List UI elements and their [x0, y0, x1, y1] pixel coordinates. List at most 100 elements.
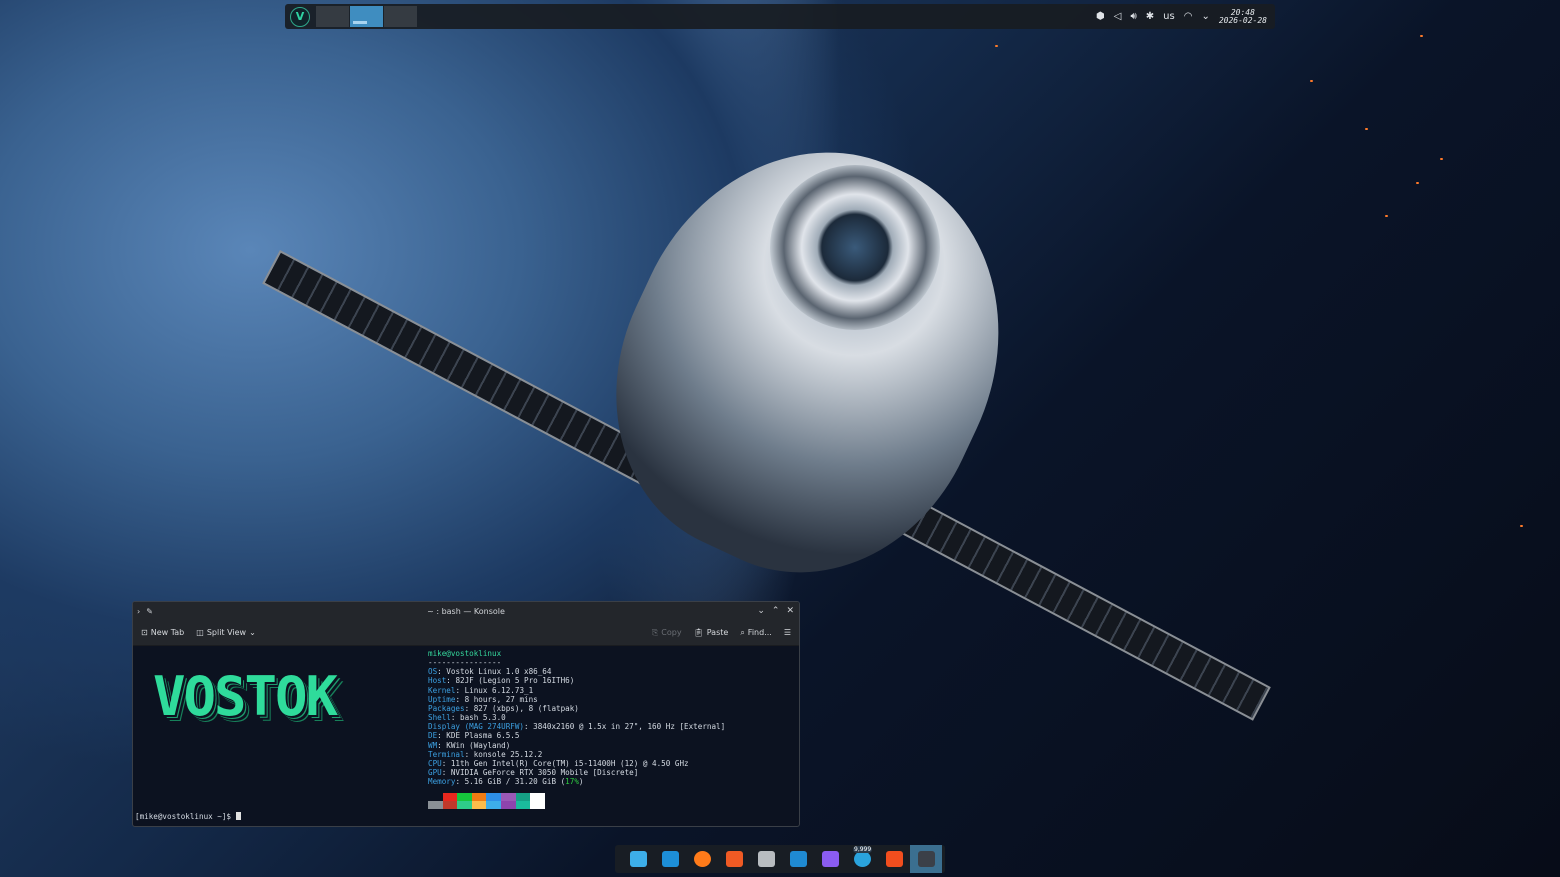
palette-swatch — [516, 793, 531, 801]
find-label: Find... — [748, 628, 772, 637]
fetch-key: Kernel — [428, 686, 455, 695]
palette-row-bright — [428, 801, 545, 809]
fetch-key: GPU — [428, 768, 442, 777]
package-updates-icon[interactable]: ⬢ — [1096, 11, 1105, 22]
prompt-text: [mike@vostoklinux ~]$ — [135, 812, 236, 821]
volume-icon[interactable]: 🔊︎ — [1130, 11, 1136, 22]
brave-icon — [726, 851, 743, 867]
fetch-key: DE — [428, 731, 437, 740]
fetch-value: : 827 (xbps), 8 (flatpak) — [465, 704, 579, 713]
palette-swatch — [530, 793, 545, 801]
palette-swatch — [428, 793, 443, 801]
palette-swatch — [501, 793, 516, 801]
fastfetch-output: mike@vostoklinux ---------------- OS: Vo… — [428, 649, 725, 786]
dock-app-firefox[interactable] — [686, 845, 718, 873]
fetch-key: Shell — [428, 713, 451, 722]
fetch-key: Packages — [428, 704, 465, 713]
telegram-tray-icon[interactable]: ◁ — [1114, 11, 1122, 22]
close-button[interactable]: ✕ — [786, 606, 794, 616]
maximize-button[interactable]: ⌃ — [772, 606, 780, 616]
palette-swatch — [516, 801, 531, 809]
clock[interactable]: 20:482026-02-28 — [1219, 9, 1267, 25]
copy-button[interactable]: ⎘Copy — [652, 628, 682, 638]
pin-icon[interactable]: ✎ — [146, 607, 153, 616]
fetch-key-memory: Memory — [428, 777, 455, 786]
fetch-key: Uptime — [428, 695, 455, 704]
palette-row-normal — [428, 793, 545, 801]
figma-icon — [886, 851, 903, 867]
dock-app-discover[interactable] — [654, 845, 686, 873]
shell-prompt[interactable]: [mike@vostoklinux ~]$ — [135, 812, 241, 821]
fetch-value: : bash 5.3.0 — [451, 713, 506, 722]
vostok-ascii-logo: VOSTOK — [153, 670, 336, 724]
chevron-down-icon[interactable]: ⌄ — [1201, 11, 1209, 22]
fetch-value: : 82JF (Legion 5 Pro 16ITH6) — [446, 676, 574, 685]
docking-ring — [770, 165, 940, 330]
spark — [1520, 525, 1523, 527]
search-icon: ⌕ — [740, 628, 744, 638]
hamburger-menu-button[interactable]: ☰ — [784, 628, 791, 637]
virtual-desktop-pager — [316, 6, 418, 27]
taskbar-dock: 9,999 — [615, 845, 945, 873]
fetch-value: : KDE Plasma 6.5.5 — [437, 731, 519, 740]
spark — [1420, 35, 1423, 37]
split-view-icon: ◫ — [196, 628, 204, 637]
dock-app-brave[interactable] — [718, 845, 750, 873]
palette-swatch — [457, 793, 472, 801]
fetch-key: WM — [428, 741, 437, 750]
discover-icon — [662, 851, 679, 867]
menu-icon: ☰ — [784, 628, 791, 637]
text-cursor — [236, 812, 241, 820]
dock-app-konsole[interactable] — [910, 845, 942, 873]
telegram-icon — [854, 851, 871, 867]
konsole-app-icon[interactable]: › — [137, 607, 140, 616]
dock-app-vscode[interactable] — [782, 845, 814, 873]
desktop-1[interactable] — [316, 6, 349, 27]
fetch-value: : KWin (Wayland) — [437, 741, 510, 750]
dock-app-obsidian[interactable] — [814, 845, 846, 873]
fetch-user: mike@vostoklinux — [428, 649, 501, 658]
keyboard-layout[interactable]: us — [1163, 11, 1175, 22]
find-button[interactable]: ⌕ Find... — [740, 628, 772, 638]
fetch-value: : 11th Gen Intel(R) Core(TM) i5-11400H (… — [442, 759, 689, 768]
dock-app-files[interactable] — [622, 845, 654, 873]
new-tab-icon: ⊡ — [141, 628, 148, 637]
terminal-area[interactable]: VOSTOK mike@vostoklinux ----------------… — [133, 646, 799, 827]
system-tray: ⬢ ◁ 🔊︎ ✱ us ◠ ⌄ 20:482026-02-28 — [1096, 9, 1275, 25]
title-bar[interactable]: ›✎ ~ : bash — Konsole ⌄⌃✕ — [133, 602, 799, 620]
desktop-3[interactable] — [384, 6, 417, 27]
palette-swatch — [443, 793, 458, 801]
bluetooth-icon[interactable]: ✱ — [1146, 11, 1154, 22]
copy-icon: ⎘ — [652, 628, 658, 638]
palette-swatch — [472, 801, 487, 809]
new-tab-button[interactable]: ⊡New Tab — [141, 628, 184, 637]
dock-app-package[interactable] — [750, 845, 782, 873]
minimize-button[interactable]: ⌄ — [757, 606, 765, 616]
dock-app-figma[interactable] — [878, 845, 910, 873]
desktop-2[interactable] — [350, 6, 383, 27]
dock-app-telegram[interactable]: 9,999 — [846, 845, 878, 873]
spark — [995, 45, 998, 47]
fetch-value: : 3840x2160 @ 1.5x in 27", 160 Hz [Exter… — [524, 722, 725, 731]
fetch-value: : 8 hours, 27 mins — [455, 695, 537, 704]
fetch-key: Host — [428, 676, 446, 685]
firefox-icon — [694, 851, 711, 867]
konsole-window: ›✎ ~ : bash — Konsole ⌄⌃✕ ⊡New Tab ◫Spli… — [132, 601, 800, 827]
wifi-icon[interactable]: ◠ — [1184, 11, 1193, 22]
solar-panel-left — [262, 250, 660, 485]
paste-button[interactable]: 📋︎Paste — [694, 628, 729, 637]
chevron-down-icon: ⌄ — [249, 628, 256, 637]
konsole-icon — [918, 851, 935, 867]
split-view-button[interactable]: ◫Split View⌄ — [196, 628, 256, 637]
spark — [1310, 80, 1313, 82]
vscode-icon — [790, 851, 807, 867]
vostok-logo-icon: V — [296, 10, 305, 23]
paste-label: Paste — [707, 628, 729, 637]
app-launcher-button[interactable]: V — [290, 7, 310, 27]
spark — [1385, 215, 1388, 217]
color-palette — [428, 793, 545, 809]
memory-end: ) — [579, 777, 584, 786]
fetch-value: : NVIDIA GeForce RTX 3050 Mobile [Discre… — [442, 768, 639, 777]
fetch-separator: ---------------- — [428, 658, 501, 667]
palette-swatch — [530, 801, 545, 809]
